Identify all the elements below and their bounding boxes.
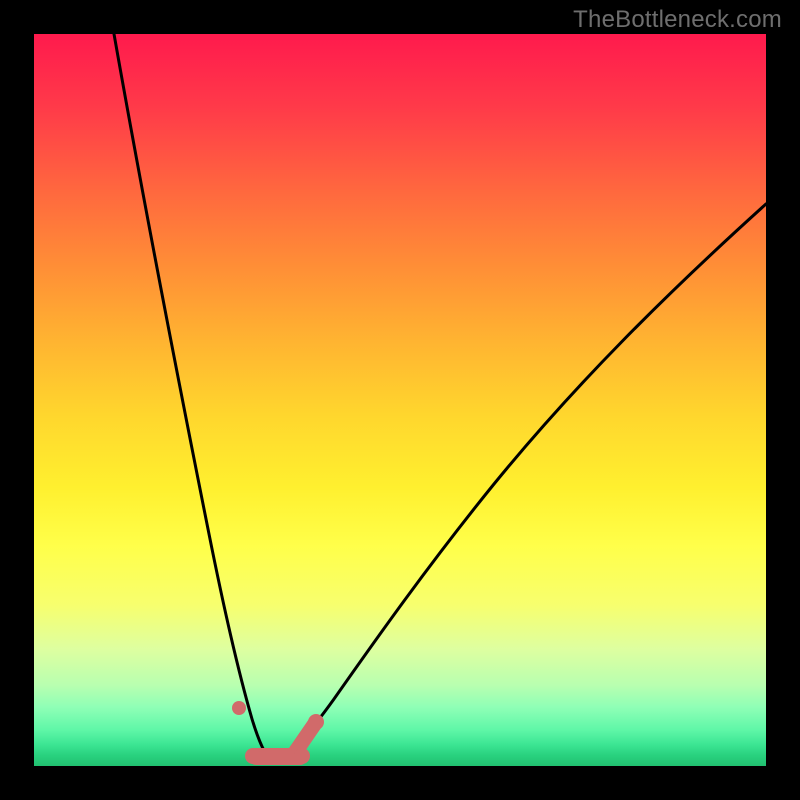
marker-dot-left [232, 701, 246, 715]
marker-joint-3 [308, 714, 324, 730]
marker-joint-2 [294, 748, 310, 764]
watermark-text: TheBottleneck.com [573, 6, 782, 34]
plot-area [34, 34, 766, 766]
outer-frame: TheBottleneck.com [0, 0, 800, 800]
curve-right-branch [272, 204, 766, 763]
marker-joint-1 [245, 748, 261, 764]
chart-svg [34, 34, 766, 766]
curve-left-branch [114, 34, 272, 763]
